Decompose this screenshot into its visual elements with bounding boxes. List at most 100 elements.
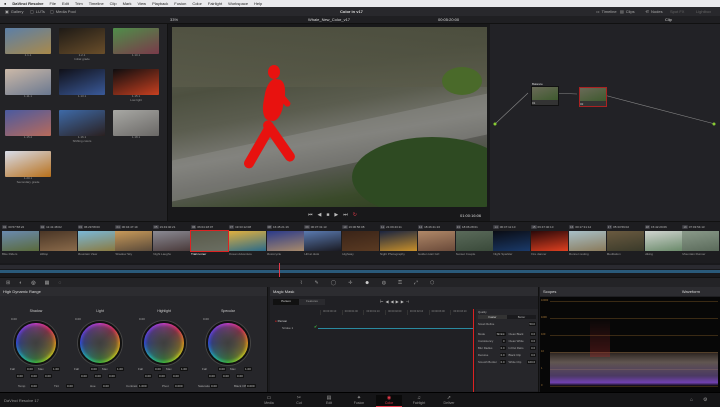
footer-param-value[interactable]: 0.00 — [210, 384, 218, 388]
clip-thumbnail[interactable]: 08 16:45:21:16 Motorcycle — [266, 224, 304, 262]
apple-icon[interactable]: ● — [4, 1, 6, 6]
param-value[interactable]: 0.0 — [530, 353, 536, 357]
clip-thumbnail[interactable]: 19 07:03:54:13 Mountain Runner — [682, 224, 720, 262]
menu-fairlight[interactable]: Fairlight — [208, 1, 222, 6]
param-value[interactable]: 0.0 — [530, 339, 536, 343]
falloff-value[interactable]: 0.00 — [218, 367, 226, 371]
clip-thumbnail[interactable]: 14 06:47:11:10 Night Sparkler — [493, 224, 531, 262]
gallery-still[interactable]: 1.15.1 Low light — [113, 69, 159, 103]
primaries-icon[interactable]: ◐ — [19, 280, 22, 286]
gallery-still[interactable]: 1.1.1 — [5, 28, 51, 62]
window-icon[interactable]: ◯ — [331, 280, 337, 286]
param-value[interactable]: 0.0 — [499, 346, 506, 350]
loop-icon[interactable]: ↻ — [353, 212, 357, 218]
skip-back-icon[interactable]: ⏮ — [308, 212, 313, 218]
y-value[interactable]: 0.00 — [94, 374, 102, 378]
menu-app[interactable]: DaVinci Resolve — [12, 1, 43, 6]
y-value[interactable]: 0.00 — [30, 374, 38, 378]
tracker-icon[interactable]: ✛ — [348, 280, 352, 286]
x-value[interactable]: 0.00 — [144, 374, 152, 378]
z-value[interactable]: 0.00 — [236, 374, 244, 378]
exposure-value[interactable]: 0.00 — [139, 317, 145, 321]
footer-param-value[interactable]: 0.00 — [66, 384, 74, 388]
scope-mode-dropdown[interactable]: Waveform — [682, 289, 700, 294]
timeline-toggle[interactable]: ⚏ Timeline — [596, 9, 617, 14]
page-edit[interactable]: ▤ Edit — [316, 395, 342, 405]
clip-thumbnail[interactable]: 18 15:42:29:06 Hiking — [644, 224, 682, 262]
clip-thumbnail[interactable]: 15 06:47:40:10 Fire dancer — [531, 224, 569, 262]
param-value[interactable]: 0.0 — [530, 332, 536, 336]
color-wheel[interactable] — [206, 321, 250, 365]
menu-workspace[interactable]: Workspace — [228, 1, 248, 6]
clip-thumbnail[interactable]: 12 18:46:41:16 Golden Hair Girl — [417, 224, 455, 262]
home-icon[interactable]: ⌂ — [690, 397, 693, 403]
param-value[interactable]: 100.0 — [527, 360, 536, 364]
exposure-value[interactable]: 0.00 — [75, 317, 81, 321]
clips-toggle[interactable]: ▤ Clips — [620, 9, 635, 14]
clip-thumbnail[interactable]: 01 00:57:58:22 Bike Riders — [2, 224, 39, 262]
page-fairlight[interactable]: ♫ Fairlight — [406, 395, 432, 405]
falloff-value[interactable]: 0.00 — [154, 367, 162, 371]
tab-better[interactable]: Better — [507, 315, 536, 319]
menu-playback[interactable]: Playback — [152, 1, 168, 6]
footer-param-value[interactable]: 0.00 — [102, 384, 110, 388]
z-value[interactable]: 0.00 — [108, 374, 116, 378]
menu-edit[interactable]: Edit — [62, 1, 69, 6]
x-value[interactable]: 0.00 — [80, 374, 88, 378]
gallery-still[interactable]: 1.18.1 — [113, 110, 159, 144]
rgb-mixer-icon[interactable]: ▦ — [45, 280, 50, 286]
clip-thumbnail[interactable]: 03 06:29:58:00 Mountain View — [77, 224, 115, 262]
clip-thumbnail[interactable]: 04 06:04:47:19 Shadow Sky — [115, 224, 153, 262]
tab-person[interactable]: Person — [273, 299, 299, 305]
footer-param-value[interactable]: 1.000 — [138, 384, 148, 388]
exposure-value[interactable]: 0.00 — [203, 317, 209, 321]
menu-clip[interactable]: Clip — [110, 1, 117, 6]
lightbox-toggle[interactable]: Lightbox — [696, 9, 711, 14]
footer-param-value[interactable]: 0.000 — [174, 384, 184, 388]
mask-stroke[interactable]: Stroke 1 — [282, 326, 293, 330]
sizing-icon[interactable]: ⤢ — [414, 280, 418, 286]
color-wheel[interactable] — [14, 321, 58, 365]
param-value[interactable]: 0 — [501, 339, 506, 343]
mini-timeline[interactable] — [0, 263, 720, 277]
color-match-icon[interactable]: ⊞ — [6, 280, 10, 286]
max-value[interactable]: 1.00 — [180, 367, 188, 371]
magic-mask-icon[interactable]: ☻ — [364, 280, 369, 286]
gallery-still[interactable]: 1.15.2 — [5, 110, 51, 144]
x-value[interactable]: 0.00 — [208, 374, 216, 378]
blur-icon[interactable]: ◍ — [382, 280, 386, 286]
z-value[interactable]: 0.00 — [172, 374, 180, 378]
clip-thumbnail[interactable]: 16 00:17:31:12 Runner resting — [569, 224, 606, 262]
gallery-still[interactable]: 1.10.1 — [113, 28, 159, 62]
menu-trim[interactable]: Trim — [75, 1, 83, 6]
stop-icon[interactable]: ■ — [326, 212, 329, 218]
y-value[interactable]: 0.00 — [158, 374, 166, 378]
param-value[interactable]: Shrink — [495, 332, 506, 336]
max-value[interactable]: 1.00 — [244, 367, 252, 371]
clip-thumbnail[interactable]: 09 06:37:31:13 Hill at dusk — [304, 224, 342, 262]
menu-timeline[interactable]: Timeline — [89, 1, 104, 6]
clip-thumbnail[interactable]: 10 16:06:56:08 Highway — [342, 224, 380, 262]
qualifier-icon[interactable]: ✎ — [314, 280, 318, 286]
max-value[interactable]: 1.00 — [52, 367, 60, 371]
clip-thumbnail[interactable]: 17 05:33:59:02 Meditation — [606, 224, 644, 262]
zoom-dropdown[interactable]: 33% — [170, 17, 178, 22]
footer-param-value[interactable]: 0.00 — [30, 384, 38, 388]
max-value[interactable]: 1.00 — [116, 367, 124, 371]
motion-icon[interactable]: ◌ — [58, 280, 61, 286]
tab-features[interactable]: Features — [299, 299, 325, 305]
luts-toggle[interactable]: ▢ LUTs — [30, 9, 45, 14]
clip-thumbnail[interactable]: 11 21:09:43:11 Night Photography — [380, 224, 417, 262]
menu-help[interactable]: Help — [254, 1, 262, 6]
menu-view[interactable]: View — [137, 1, 146, 6]
clip-thumbnail[interactable]: 13 18:06:28:01 Sunset Couple — [455, 224, 493, 262]
clip-thumbnail[interactable]: 07 19:33:12:08 Ocean Adventure — [228, 224, 266, 262]
menu-color[interactable]: Color — [192, 1, 202, 6]
page-cut[interactable]: ✂ Cut — [286, 395, 312, 405]
nodes-toggle[interactable]: ⋲ Nodes — [645, 9, 663, 14]
page-deliver[interactable]: ➚ Deliver — [436, 395, 462, 405]
mask-playhead[interactable] — [473, 309, 474, 392]
param-value[interactable]: 0.0 — [499, 360, 506, 364]
z-value[interactable]: 0.00 — [44, 374, 52, 378]
gallery-still[interactable]: 1.20.1 Secondary grade — [5, 151, 51, 185]
